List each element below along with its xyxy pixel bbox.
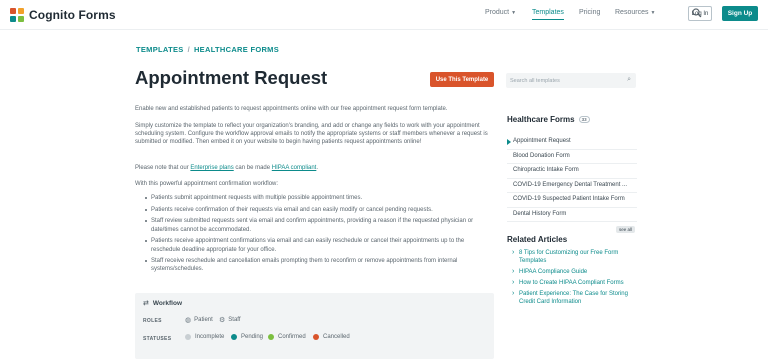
status-dot-icon xyxy=(268,334,274,340)
breadcrumb-templates[interactable]: TEMPLATES xyxy=(136,45,184,54)
customize-text: Simply customize the template to reflect… xyxy=(135,123,488,146)
shuffle-icon: ⇄ xyxy=(143,300,149,307)
role-staff-label: Staff xyxy=(228,317,241,323)
statuses-label: STATUSES xyxy=(143,336,172,342)
top-navigation: Cognito Forms Product ▼ Templates Pricing… xyxy=(0,0,768,30)
role-staff: ⚙ Staff xyxy=(219,316,241,324)
globe-icon: ◍ xyxy=(185,317,192,324)
article-link[interactable]: 8 Tips for Customizing our Free Form Tem… xyxy=(512,249,638,265)
list-item: Patients receive appointment confirmatio… xyxy=(145,237,495,253)
workflow-panel: ⇄ Workflow ROLES ◍ Patient ⚙ Staff STATUSES… xyxy=(135,293,494,359)
role-patient-label: Patient xyxy=(194,317,213,323)
workflow-title: ⇄ Workflow xyxy=(143,299,183,308)
role-patient: ◍ Patient xyxy=(185,316,213,324)
use-template-button[interactable]: Use This Template xyxy=(430,72,494,87)
workflow-title-label: Workflow xyxy=(152,299,183,307)
nav-product-label: Product xyxy=(485,9,510,16)
sidebar-item-blood-donation[interactable]: Blood Donation Form xyxy=(507,150,637,164)
brand-logo[interactable]: Cognito Forms xyxy=(10,8,116,22)
status-dot-icon xyxy=(231,334,237,340)
status-label: Incomplete xyxy=(195,334,225,340)
nav-resources-label: Resources xyxy=(615,9,649,16)
sidebar-item-dental-history[interactable]: Dental History Form xyxy=(507,208,637,222)
page-title: Appointment Request xyxy=(135,67,328,88)
template-list: Appointment Request Blood Donation Form … xyxy=(507,135,637,222)
list-item: Patients submit appointment requests wit… xyxy=(145,194,495,202)
roles-label: ROLES xyxy=(143,318,162,324)
workflow-intro-text: With this powerful appointment confirmat… xyxy=(135,181,279,187)
intro-text: Enable new and established patients to r… xyxy=(135,106,448,112)
search-placeholder: Search all templates xyxy=(510,77,560,84)
article-link[interactable]: How to Create HIPAA Compliant Forms xyxy=(512,279,638,287)
related-articles-list: 8 Tips for Customizing our Free Form Tem… xyxy=(512,249,638,309)
category-title-label: Healthcare Forms xyxy=(507,115,575,124)
note-middle: can be made xyxy=(233,165,272,171)
search-icon[interactable]: ⌕ xyxy=(627,76,631,84)
breadcrumb: TEMPLATES / HEALTHCARE FORMS xyxy=(136,45,279,54)
sidebar-item-chiropractic-intake[interactable]: Chiropractic Intake Form xyxy=(507,164,637,179)
list-item: Staff receive reschedule and cancellatio… xyxy=(145,257,495,273)
status-pending: Pending xyxy=(231,334,263,340)
list-item: Staff review submitted requests sent via… xyxy=(145,217,495,233)
cognito-logo-icon xyxy=(10,8,24,22)
see-all-button[interactable]: see all xyxy=(616,226,636,233)
status-incomplete: Incomplete xyxy=(185,334,224,340)
status-cancelled: Cancelled xyxy=(313,334,350,340)
nav-pricing-label: Pricing xyxy=(579,9,601,16)
related-articles-title: Related Articles xyxy=(507,235,568,244)
note-before: Please note that our xyxy=(135,165,191,171)
breadcrumb-separator: / xyxy=(187,45,190,54)
status-label: Pending xyxy=(241,334,264,340)
status-label: Confirmed xyxy=(278,334,306,340)
status-dot-icon xyxy=(313,334,319,340)
category-title: Healthcare Forms 33 xyxy=(507,115,590,124)
nav-resources[interactable]: Resources ▼ xyxy=(615,9,655,16)
feature-list: Patients submit appointment requests wit… xyxy=(145,194,495,277)
breadcrumb-healthcare-forms[interactable]: HEALTHCARE FORMS xyxy=(194,45,279,54)
nav-templates-label: Templates xyxy=(532,9,564,16)
nav-product[interactable]: Product ▼ xyxy=(485,9,516,16)
status-label: Cancelled xyxy=(323,334,350,340)
sidebar-item-covid-suspected[interactable]: COVID-19 Suspected Patient Intake Form xyxy=(507,193,637,208)
article-link[interactable]: Patient Experience: The Case for Storing… xyxy=(512,290,638,306)
signup-button[interactable]: Sign Up xyxy=(722,6,758,21)
note-after: . xyxy=(316,165,319,171)
login-button[interactable]: Log In xyxy=(688,6,712,21)
template-search-input[interactable]: Search all templates ⌕ xyxy=(506,73,636,88)
gear-icon: ⚙ xyxy=(219,317,226,324)
nav-templates[interactable]: Templates xyxy=(532,9,564,20)
enterprise-plans-link[interactable]: Enterprise plans xyxy=(190,165,233,171)
article-link[interactable]: HIPAA Compliance Guide xyxy=(512,268,638,276)
chevron-down-icon: ▼ xyxy=(650,10,656,16)
hipaa-compliant-link[interactable]: HIPAA compliant xyxy=(272,165,317,171)
sidebar-item-covid-dental[interactable]: COVID-19 Emergency Dental Treatment ... xyxy=(507,179,637,193)
brand-name: Cognito Forms xyxy=(29,8,116,22)
note-text: Please note that our Enterprise plans ca… xyxy=(135,164,495,172)
status-dot-icon xyxy=(185,334,191,340)
chevron-down-icon: ▼ xyxy=(511,10,517,16)
nav-pricing[interactable]: Pricing xyxy=(579,9,600,16)
status-confirmed: Confirmed xyxy=(268,334,306,340)
list-item: Patients receive confirmation of their r… xyxy=(145,206,495,214)
count-badge: 33 xyxy=(578,116,590,124)
sidebar-item-appointment-request[interactable]: Appointment Request xyxy=(507,135,637,150)
